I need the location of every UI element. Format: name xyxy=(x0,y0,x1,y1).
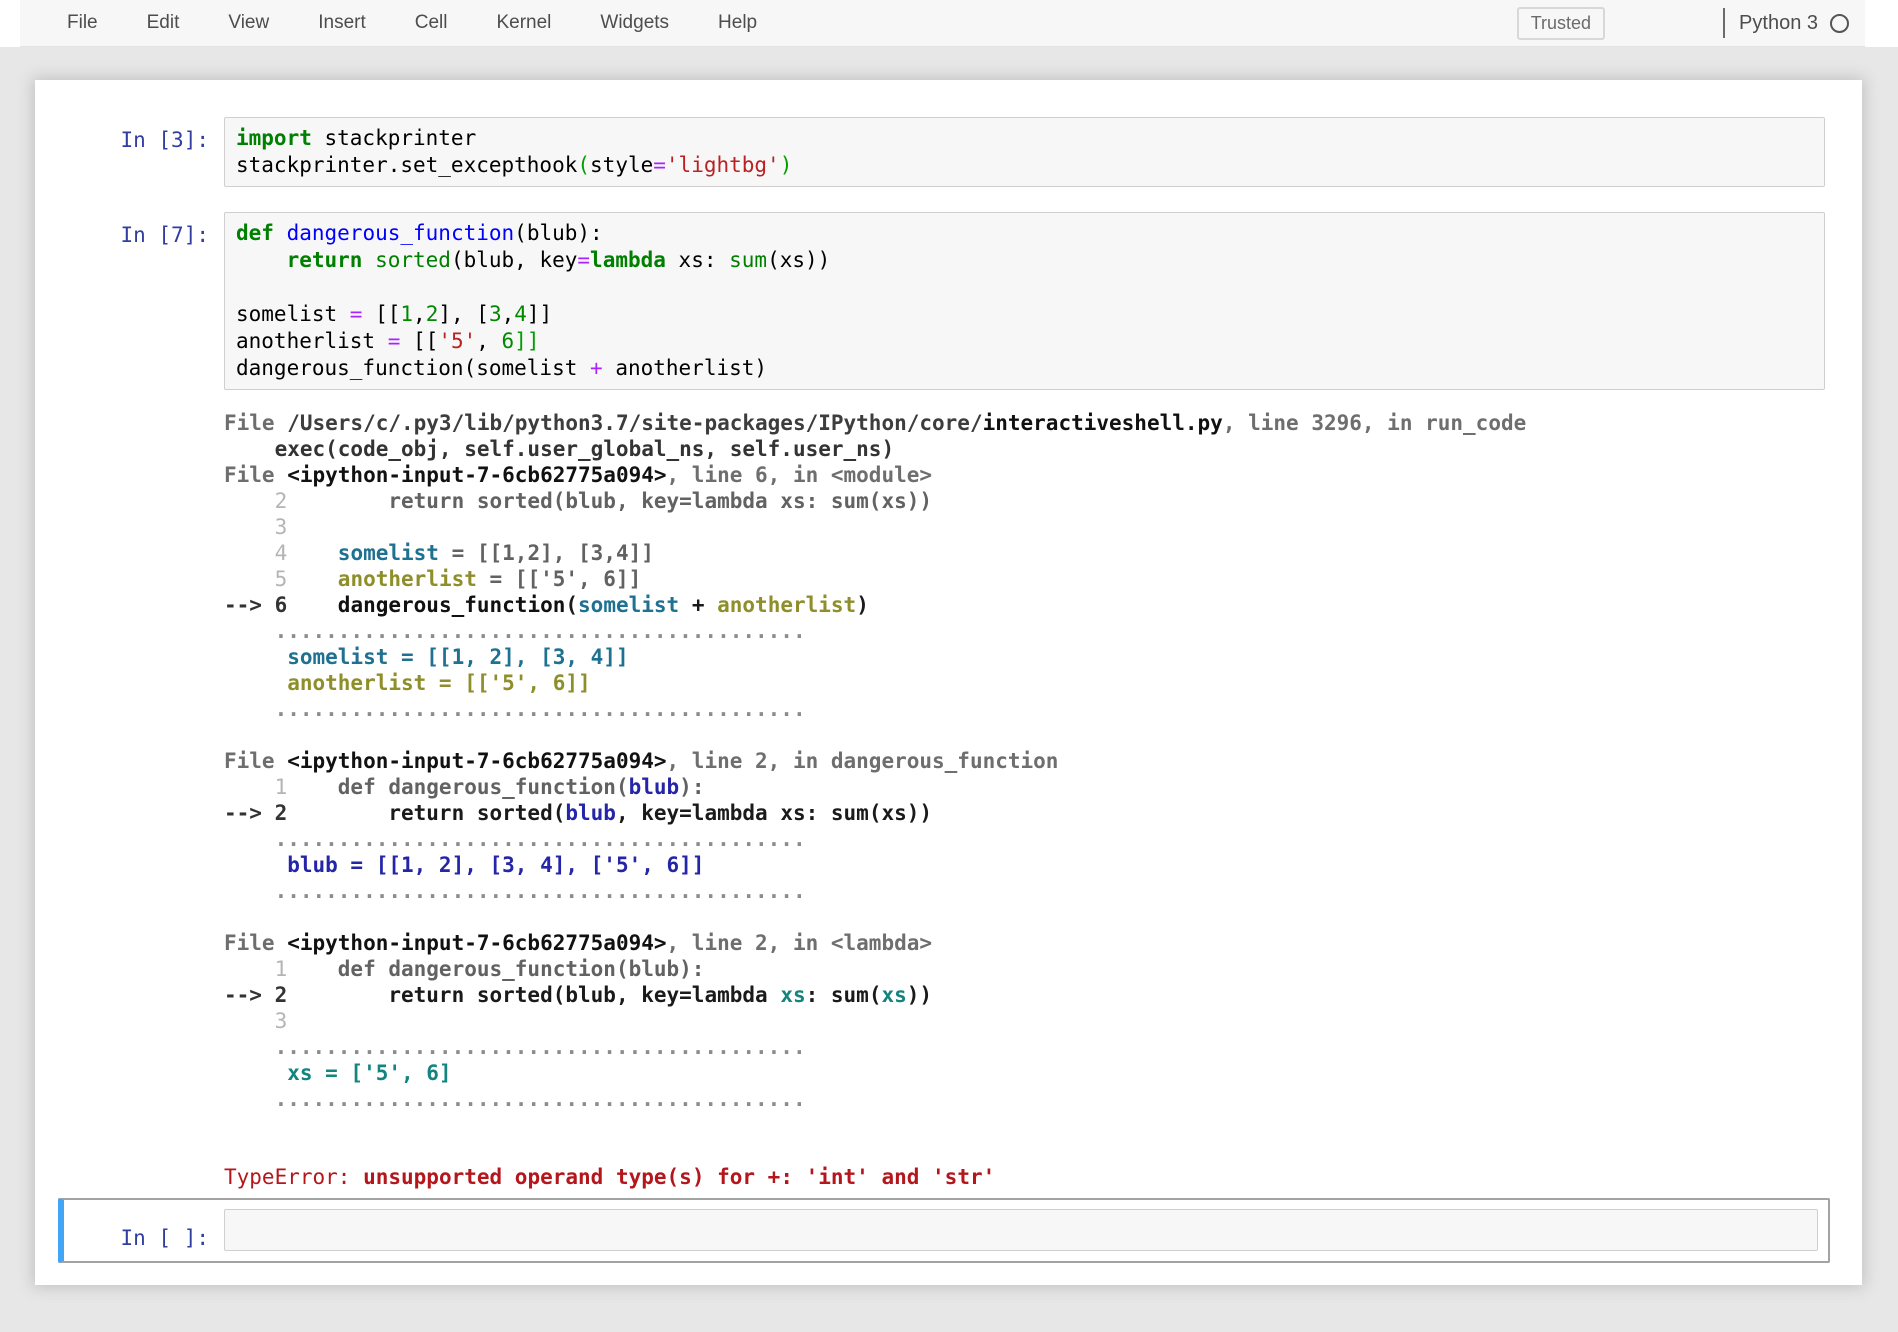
menu-cell[interactable]: Cell xyxy=(415,12,448,34)
kernel-name-label: Python 3 xyxy=(1739,11,1818,34)
code-input-area[interactable]: import stackprinter stackprinter.set_exc… xyxy=(224,117,1825,187)
input-prompt: In [3]: xyxy=(120,128,209,152)
menu-file[interactable]: File xyxy=(67,12,98,34)
input-prompt: In [ ]: xyxy=(120,1226,209,1250)
menu-kernel[interactable]: Kernel xyxy=(496,12,551,34)
menubar-right: Trusted Python 3 xyxy=(1516,6,1849,40)
code-text: def dangerous_function(blub): return sor… xyxy=(236,221,831,380)
selected-empty-cell[interactable]: In [ ]: xyxy=(58,1198,1830,1263)
empty-code-input[interactable] xyxy=(224,1209,1818,1251)
code-text: import stackprinter stackprinter.set_exc… xyxy=(236,126,793,177)
output-prompt-spacer xyxy=(35,410,224,420)
menu-widgets[interactable]: Widgets xyxy=(600,12,669,34)
code-cell-3: In [3]: import stackprinter stackprinter… xyxy=(35,117,1862,187)
menu-help[interactable]: Help xyxy=(718,12,757,34)
notebook-menubar: File Edit View Insert Cell Kernel Widget… xyxy=(20,0,1865,47)
code-cell-7: In [7]: def dangerous_function(blub): re… xyxy=(35,212,1862,390)
menu-view[interactable]: View xyxy=(228,12,269,34)
output-cell: File /Users/c/.py3/lib/python3.7/site-pa… xyxy=(35,410,1862,1190)
notebook-container: In [3]: import stackprinter stackprinter… xyxy=(35,80,1862,1285)
traceback-output: File /Users/c/.py3/lib/python3.7/site-pa… xyxy=(224,410,1862,1190)
traceback-text: File /Users/c/.py3/lib/python3.7/site-pa… xyxy=(224,411,1527,1189)
menu-items: File Edit View Insert Cell Kernel Widget… xyxy=(67,12,757,34)
code-input-area[interactable]: def dangerous_function(blub): return sor… xyxy=(224,212,1825,390)
input-prompt: In [7]: xyxy=(120,223,209,247)
menu-edit[interactable]: Edit xyxy=(147,12,180,34)
trusted-status-badge: Trusted xyxy=(1516,6,1606,40)
menu-insert[interactable]: Insert xyxy=(318,12,366,34)
page-background: In [3]: import stackprinter stackprinter… xyxy=(0,47,1898,1332)
kernel-divider xyxy=(1723,8,1726,38)
kernel-idle-icon xyxy=(1830,13,1849,33)
